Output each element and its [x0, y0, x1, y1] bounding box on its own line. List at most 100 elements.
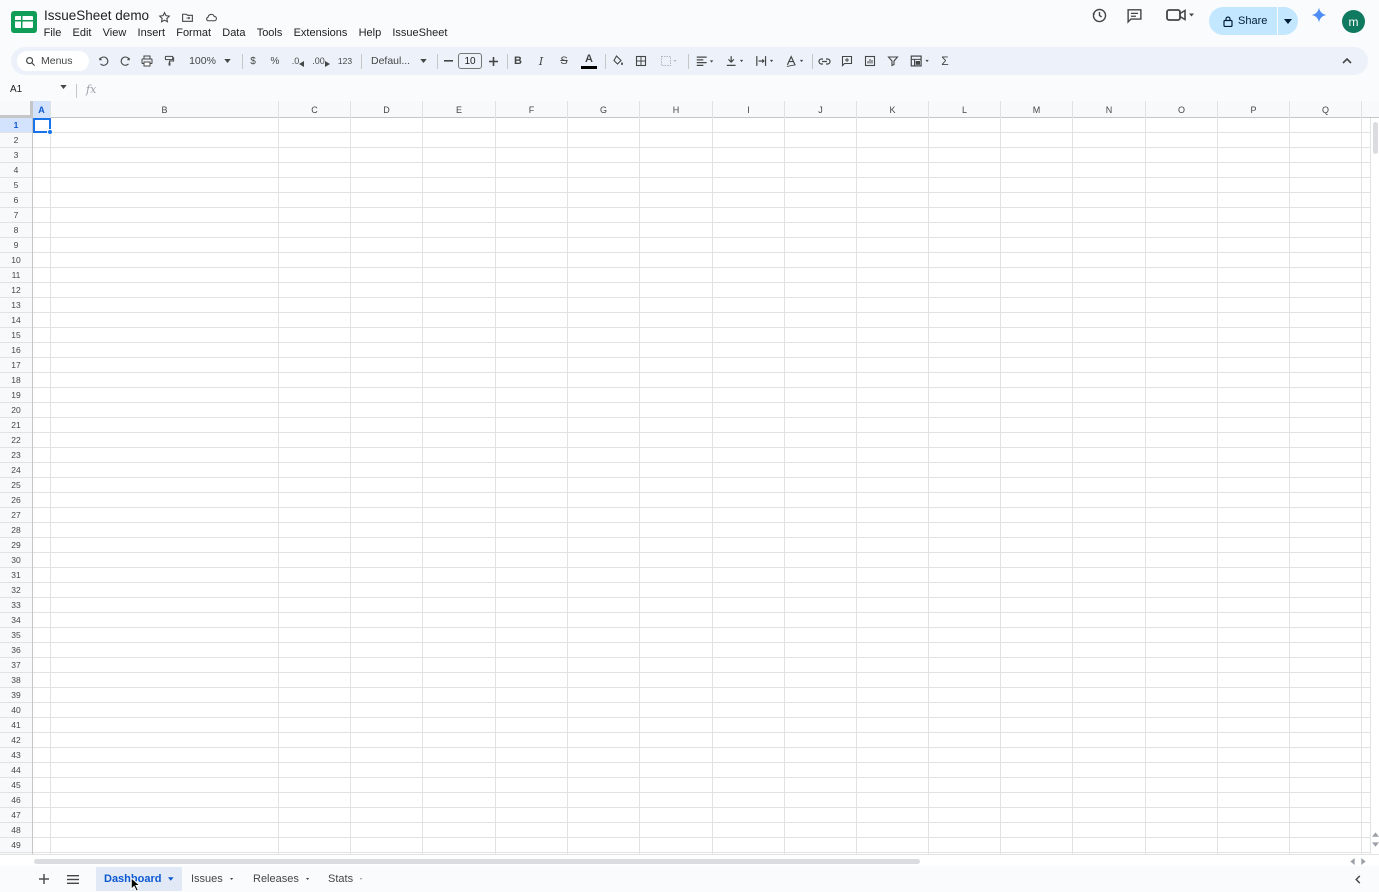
vertical-scrollbar[interactable]: [1370, 118, 1379, 854]
menu-edit[interactable]: Edit: [67, 26, 97, 40]
caret-down-icon[interactable]: [168, 877, 174, 881]
print-icon[interactable]: [139, 47, 155, 75]
formula-input[interactable]: [104, 83, 1364, 99]
increase-font-size-icon[interactable]: [487, 47, 499, 75]
column-header-j[interactable]: J: [785, 101, 857, 118]
horizontal-scrollbar[interactable]: [0, 854, 1379, 866]
comments-icon[interactable]: [1124, 0, 1144, 30]
cloud-saved-icon[interactable]: [202, 9, 219, 26]
decrease-font-size-icon[interactable]: [442, 47, 454, 75]
row-header-24[interactable]: 24: [0, 463, 32, 478]
row-header-38[interactable]: 38: [0, 673, 32, 688]
row-header-29[interactable]: 29: [0, 538, 32, 553]
column-header-n[interactable]: N: [1073, 101, 1146, 118]
row-header-36[interactable]: 36: [0, 643, 32, 658]
text-wrapping-icon[interactable]: [752, 47, 778, 75]
borders-icon[interactable]: [633, 47, 649, 75]
row-header-20[interactable]: 20: [0, 403, 32, 418]
row-header-32[interactable]: 32: [0, 583, 32, 598]
account-avatar[interactable]: m: [1342, 10, 1365, 33]
decrease-decimal-button[interactable]: .0: [289, 47, 307, 75]
strikethrough-button[interactable]: S: [557, 47, 571, 75]
text-rotation-icon[interactable]: [782, 47, 808, 75]
version-history-icon[interactable]: [1089, 0, 1109, 30]
column-header-i[interactable]: I: [713, 101, 785, 118]
insert-link-icon[interactable]: [816, 47, 832, 75]
format-percent-button[interactable]: %: [268, 47, 282, 75]
column-header-b[interactable]: B: [51, 101, 279, 118]
italic-button[interactable]: I: [534, 47, 548, 75]
row-header-23[interactable]: 23: [0, 448, 32, 463]
row-header-18[interactable]: 18: [0, 373, 32, 388]
menu-issuesheet[interactable]: IssueSheet: [387, 26, 453, 40]
gemini-icon[interactable]: [1309, 0, 1329, 30]
search-menus-button[interactable]: Menus: [17, 51, 89, 71]
row-header-14[interactable]: 14: [0, 313, 32, 328]
caret-down-icon[interactable]: [229, 877, 233, 881]
format-currency-button[interactable]: $: [246, 47, 260, 75]
row-header-11[interactable]: 11: [0, 268, 32, 283]
row-header-28[interactable]: 28: [0, 523, 32, 538]
column-header-h[interactable]: H: [640, 101, 713, 118]
row-header-8[interactable]: 8: [0, 223, 32, 238]
merge-cells-icon[interactable]: [656, 47, 682, 75]
sheet-tab-issues[interactable]: Issues: [183, 867, 241, 891]
row-header-7[interactable]: 7: [0, 208, 32, 223]
menu-view[interactable]: View: [97, 26, 132, 40]
text-color-button[interactable]: A: [580, 47, 598, 75]
row-header-13[interactable]: 13: [0, 298, 32, 313]
fill-handle[interactable]: [47, 129, 53, 135]
collapse-toolbar-icon[interactable]: [1339, 47, 1355, 75]
caret-down-icon[interactable]: [60, 85, 67, 89]
row-header-43[interactable]: 43: [0, 748, 32, 763]
row-header-34[interactable]: 34: [0, 613, 32, 628]
font-size-input[interactable]: 10: [458, 53, 482, 69]
column-header-l[interactable]: L: [929, 101, 1001, 118]
number-format-button[interactable]: 123: [336, 47, 354, 75]
row-header-49[interactable]: 49: [0, 838, 32, 853]
scroll-right-icon[interactable]: [1361, 858, 1366, 865]
row-header-2[interactable]: 2: [0, 133, 32, 148]
scroll-up-icon[interactable]: [1372, 832, 1379, 837]
row-header-10[interactable]: 10: [0, 253, 32, 268]
row-header-41[interactable]: 41: [0, 718, 32, 733]
row-header-37[interactable]: 37: [0, 658, 32, 673]
row-header-30[interactable]: 30: [0, 553, 32, 568]
all-sheets-menu-icon[interactable]: [64, 866, 82, 892]
insert-chart-icon[interactable]: [862, 47, 878, 75]
select-all-corner[interactable]: [0, 101, 33, 118]
functions-button[interactable]: Σ: [937, 47, 953, 75]
row-header-42[interactable]: 42: [0, 733, 32, 748]
move-folder-icon[interactable]: [179, 9, 196, 26]
sheet-tab-releases[interactable]: Releases: [245, 867, 317, 891]
meet-icon[interactable]: [1163, 0, 1197, 30]
column-header-k[interactable]: K: [857, 101, 929, 118]
row-header-45[interactable]: 45: [0, 778, 32, 793]
horizontal-scrollbar-thumb[interactable]: [34, 859, 920, 864]
paint-format-icon[interactable]: [161, 47, 177, 75]
menu-extensions[interactable]: Extensions: [288, 26, 353, 40]
caret-down-icon[interactable]: [360, 877, 362, 881]
row-header-16[interactable]: 16: [0, 343, 32, 358]
zoom-dropdown[interactable]: 100%: [185, 47, 235, 75]
row-header-44[interactable]: 44: [0, 763, 32, 778]
row-header-4[interactable]: 4: [0, 163, 32, 178]
row-header-46[interactable]: 46: [0, 793, 32, 808]
name-box[interactable]: A1: [10, 84, 22, 95]
increase-decimal-button[interactable]: .00: [311, 47, 331, 75]
menu-insert[interactable]: Insert: [132, 26, 171, 40]
column-header-a[interactable]: A: [33, 101, 51, 118]
row-header-40[interactable]: 40: [0, 703, 32, 718]
row-header-6[interactable]: 6: [0, 193, 32, 208]
row-header-31[interactable]: 31: [0, 568, 32, 583]
document-title[interactable]: IssueSheet demo: [44, 8, 149, 23]
bold-button[interactable]: B: [511, 47, 525, 75]
scroll-down-icon[interactable]: [1372, 842, 1379, 847]
row-header-47[interactable]: 47: [0, 808, 32, 823]
fill-color-icon[interactable]: [610, 47, 626, 75]
column-header-q[interactable]: Q: [1290, 101, 1362, 118]
create-filter-icon[interactable]: [885, 47, 901, 75]
scroll-left-icon[interactable]: [1350, 858, 1355, 865]
row-header-39[interactable]: 39: [0, 688, 32, 703]
add-sheet-icon[interactable]: [36, 866, 52, 892]
